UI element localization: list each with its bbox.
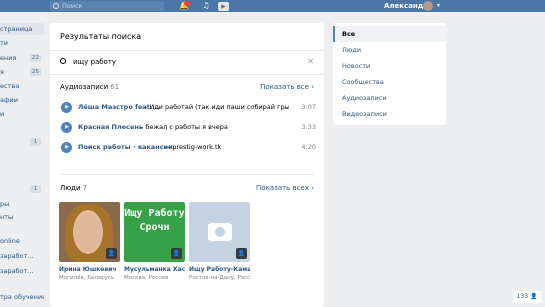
person-card[interactable]: 👤 Ищу Работу-Камаз... Ростов-на-Дону, Ро… xyxy=(189,202,250,281)
search-icon xyxy=(53,3,59,9)
filter-all[interactable]: Все xyxy=(333,26,446,42)
sidebar-item-page[interactable]: страница xyxy=(0,23,44,35)
sidebar-item-group-1[interactable]: заработ... xyxy=(0,250,44,262)
person-photo[interactable]: 👤 xyxy=(189,202,250,262)
add-friend-icon[interactable]: 👤 xyxy=(236,248,247,259)
audio-track[interactable]: ▶ Лёша Маэстро feat.... – Иди работай (т… xyxy=(61,102,316,114)
person-name[interactable]: Ирина Юшкевич xyxy=(59,266,120,273)
person-name[interactable]: Мусульманка Хася... xyxy=(124,266,185,273)
track-duration: 4:20 xyxy=(301,143,316,151)
filter-video[interactable]: Видеозаписи xyxy=(333,106,446,122)
track-title[interactable]: – Иди работай (так иди паши собирай грыш… xyxy=(144,102,289,113)
person-city: Ростов-на-Дону, Россия xyxy=(189,275,250,281)
camera-icon xyxy=(208,223,232,241)
play-icon[interactable]: ▶ xyxy=(61,142,72,153)
person-card[interactable]: Ищу Работу Срочн 👤 Мусульманка Хася... М… xyxy=(124,202,185,281)
track-duration: 3:07 xyxy=(301,103,316,111)
add-friend-icon[interactable]: 👤 xyxy=(171,248,182,259)
search-query-value: ищу работу xyxy=(73,58,117,66)
divider xyxy=(50,50,324,51)
notification-badge xyxy=(184,1,191,6)
top-bar: Поиск 🔔 ♫ ▶ Александр ▾ xyxy=(0,0,545,12)
audio-show-all-link[interactable]: Показать все › xyxy=(260,83,314,91)
track-title[interactable]: – бежал с работы я вчера xyxy=(140,122,290,133)
people-section-heading: Люди 7 xyxy=(60,184,88,192)
music-icon[interactable]: ♫ xyxy=(201,1,211,11)
online-friends-chip[interactable]: 133 👤 xyxy=(513,291,541,303)
filter-people[interactable]: Люди xyxy=(333,42,446,58)
count-badge: 1 xyxy=(30,185,41,193)
sidebar-item-messages[interactable]: ения 22 xyxy=(0,52,44,64)
person-photo[interactable]: 👤 xyxy=(59,202,120,262)
count-badge: 22 xyxy=(30,54,41,62)
audio-count: 61 xyxy=(110,83,120,91)
person-card[interactable]: 👤 Ирина Юшкевич Могилёв, Беларусь xyxy=(59,202,120,281)
person-name[interactable]: Ищу Работу-Камаз... xyxy=(189,266,250,273)
sidebar-item-games[interactable]: ры xyxy=(0,198,44,210)
person-city: Москва, Россия xyxy=(124,275,169,281)
sidebar-item-online[interactable]: online xyxy=(0,235,44,247)
add-friend-icon[interactable]: 👤 xyxy=(106,248,117,259)
play-icon[interactable]: ▶ xyxy=(61,122,72,133)
sidebar-item-friends[interactable]: я 25 xyxy=(0,66,44,78)
sidebar-item-app-2[interactable]: 1 xyxy=(0,183,44,195)
play-icon[interactable]: ▶ xyxy=(218,1,229,11)
track-duration: 3:33 xyxy=(301,123,316,131)
search-filter-menu: Все Люди Новости Сообщества Аудиозаписи … xyxy=(333,23,446,125)
search-icon xyxy=(60,58,66,64)
play-icon[interactable]: ▶ xyxy=(61,102,72,113)
sidebar-item-photos[interactable]: афии xyxy=(0,94,44,106)
person-city: Могилёв, Беларусь xyxy=(59,275,115,281)
sidebar-item-documents[interactable]: нты xyxy=(0,211,44,223)
filter-news[interactable]: Новости xyxy=(333,58,446,74)
global-search-input[interactable]: Поиск xyxy=(50,1,164,11)
people-count: 7 xyxy=(82,184,88,192)
person-photo[interactable]: Ищу Работу Срочн 👤 xyxy=(124,202,185,262)
sidebar-item-communities[interactable]: ества xyxy=(0,80,44,92)
chevron-down-icon[interactable]: ▾ xyxy=(437,0,440,12)
close-icon[interactable]: ✕ xyxy=(307,52,314,72)
sidebar-item-news[interactable]: ти xyxy=(0,37,44,49)
divider xyxy=(60,174,314,175)
global-search-placeholder: Поиск xyxy=(62,2,83,10)
people-show-all-link[interactable]: Показать всех › xyxy=(256,184,314,192)
search-input[interactable]: ищу работу ✕ xyxy=(54,52,320,72)
audio-track[interactable]: ▶ Поиск работы - вакансии – prestig-work… xyxy=(61,142,316,154)
filter-audio[interactable]: Аудиозаписи xyxy=(333,90,446,106)
sidebar-item-music[interactable]: и xyxy=(0,108,44,120)
track-title[interactable]: – prestig-work.tk xyxy=(167,142,287,153)
sidebar-item-group-3[interactable]: тра обучение xyxy=(0,291,44,303)
search-results-panel: Результаты поиска ищу работу ✕ Аудиозапи… xyxy=(50,23,324,307)
photo-text: Ищу Работу Срочн xyxy=(124,208,185,233)
audio-track[interactable]: ▶ Красная Плесень – бежал с работы я вче… xyxy=(61,122,316,134)
avatar[interactable] xyxy=(423,1,433,11)
filter-communities[interactable]: Сообщества xyxy=(333,74,446,90)
sidebar-item-app-1[interactable]: 1 xyxy=(0,136,44,148)
sidebar-item-group-2[interactable]: заработ... xyxy=(0,265,44,277)
divider xyxy=(50,74,324,75)
track-artist[interactable]: Красная Плесень xyxy=(78,122,143,133)
count-badge: 1 xyxy=(30,138,41,146)
count-badge: 25 xyxy=(30,68,41,76)
track-artist[interactable]: Поиск работы - вакансии xyxy=(78,142,173,153)
page-title: Результаты поиска xyxy=(60,32,142,41)
audio-section-heading: Аудиозаписи 61 xyxy=(60,83,120,91)
user-name[interactable]: Александр xyxy=(384,0,428,12)
